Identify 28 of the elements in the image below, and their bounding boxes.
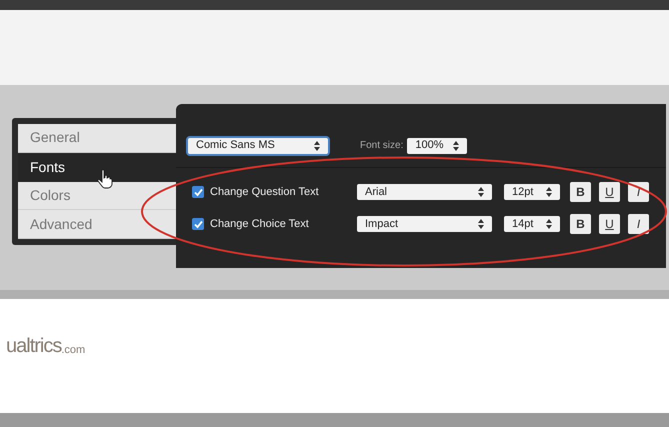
size-select[interactable]: 14pt — [504, 216, 560, 232]
stepper-arrows-icon — [478, 187, 484, 197]
checkbox[interactable] — [192, 218, 204, 230]
style-button[interactable]: B — [570, 214, 591, 234]
checkbox-label: Change Question Text — [210, 184, 319, 200]
style-button[interactable]: B — [570, 182, 591, 202]
stepper-arrows-icon — [453, 140, 460, 150]
stepper-arrows-icon — [478, 219, 484, 229]
font-size-select[interactable]: 100% — [407, 138, 468, 154]
font-size-label: Font size: — [360, 139, 404, 153]
font-family-select[interactable]: Comic Sans MS — [188, 138, 328, 154]
font-select[interactable]: Arial — [357, 184, 492, 200]
checkbox-label: Change Choice Text — [210, 216, 309, 232]
size-select[interactable]: 12pt — [504, 184, 560, 200]
stepper-arrows-icon — [314, 140, 320, 150]
stepper-arrows-icon — [546, 187, 552, 197]
menu-item[interactable]: General — [18, 124, 178, 153]
pointer-hand-icon — [97, 169, 113, 189]
menu-item[interactable]: Advanced — [18, 210, 178, 239]
style-button[interactable]: U — [599, 182, 620, 202]
checkbox[interactable] — [192, 186, 204, 198]
style-button[interactable]: I — [628, 214, 649, 234]
menu-item[interactable]: Colors — [18, 182, 178, 210]
stepper-arrows-icon — [546, 219, 552, 229]
menu-item[interactable]: Fonts — [18, 152, 178, 182]
style-button[interactable]: U — [599, 214, 620, 234]
logo: ualtrics.com — [6, 336, 86, 359]
font-select[interactable]: Impact — [357, 216, 492, 232]
